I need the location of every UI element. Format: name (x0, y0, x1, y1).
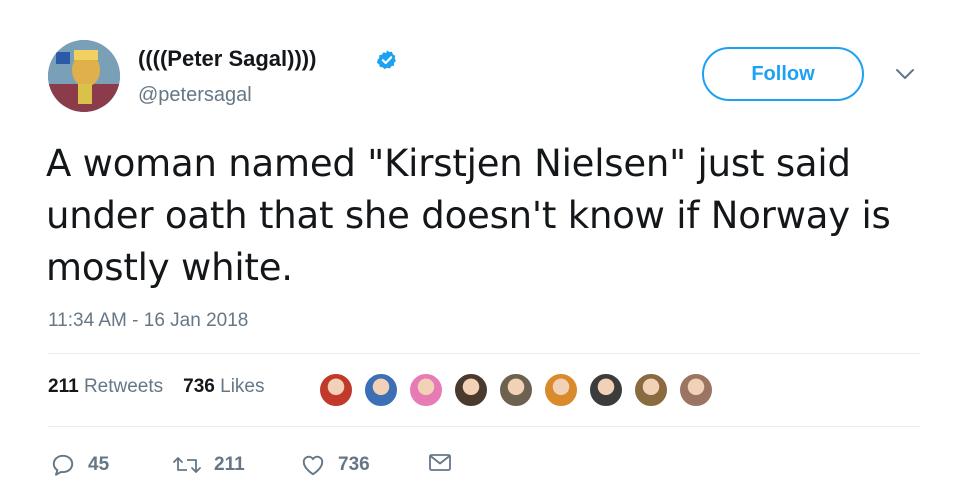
retweet-count: 211 (214, 454, 245, 475)
retweets-label: Retweets (83, 376, 164, 397)
liker-avatar[interactable] (588, 372, 624, 408)
heart-icon (302, 455, 324, 476)
liker-avatar[interactable] (408, 372, 444, 408)
reply-count: 45 (88, 454, 110, 475)
liker-avatar[interactable] (318, 372, 354, 408)
tweet-timestamp[interactable]: 11:34 AM - 16 Jan 2018 (48, 310, 248, 332)
like-count: 736 (338, 454, 370, 475)
retweets-stat[interactable]: 211 Retweets (48, 376, 163, 397)
liker-avatar[interactable] (498, 372, 534, 408)
divider (48, 426, 920, 427)
divider (48, 353, 920, 354)
chevron-down-icon[interactable] (893, 64, 917, 84)
retweet-action[interactable]: 211 (172, 452, 245, 478)
tweet-card: ((((Peter Sagal)))) @petersagal Follow A… (0, 0, 980, 502)
like-action[interactable]: 736 (300, 452, 370, 478)
retweet-icon (173, 457, 201, 473)
likes-stat[interactable]: 736 Likes (183, 376, 264, 397)
likes-label: Likes (220, 376, 265, 397)
liker-avatar[interactable] (633, 372, 669, 408)
likes-count: 736 (183, 376, 215, 397)
tweet-stats: 211 Retweets 736 Likes (48, 376, 264, 398)
envelope-icon (429, 454, 451, 471)
liker-avatar[interactable] (453, 372, 489, 408)
follow-button[interactable]: Follow (702, 47, 864, 101)
direct-message-action[interactable] (428, 452, 452, 474)
reply-icon (52, 454, 74, 476)
user-avatar-image (48, 40, 120, 112)
user-handle[interactable]: @petersagal (138, 84, 252, 107)
display-name[interactable]: ((((Peter Sagal)))) (138, 46, 316, 72)
liker-avatar[interactable] (363, 372, 399, 408)
liker-avatar[interactable] (678, 372, 714, 408)
liker-avatar[interactable] (543, 372, 579, 408)
user-avatar[interactable] (48, 40, 120, 112)
verified-badge-icon (376, 50, 396, 70)
reply-action[interactable]: 45 (50, 452, 109, 478)
retweets-count: 211 (48, 376, 79, 397)
tweet-text: A woman named "Kirstjen Nielsen" just sa… (46, 142, 891, 289)
